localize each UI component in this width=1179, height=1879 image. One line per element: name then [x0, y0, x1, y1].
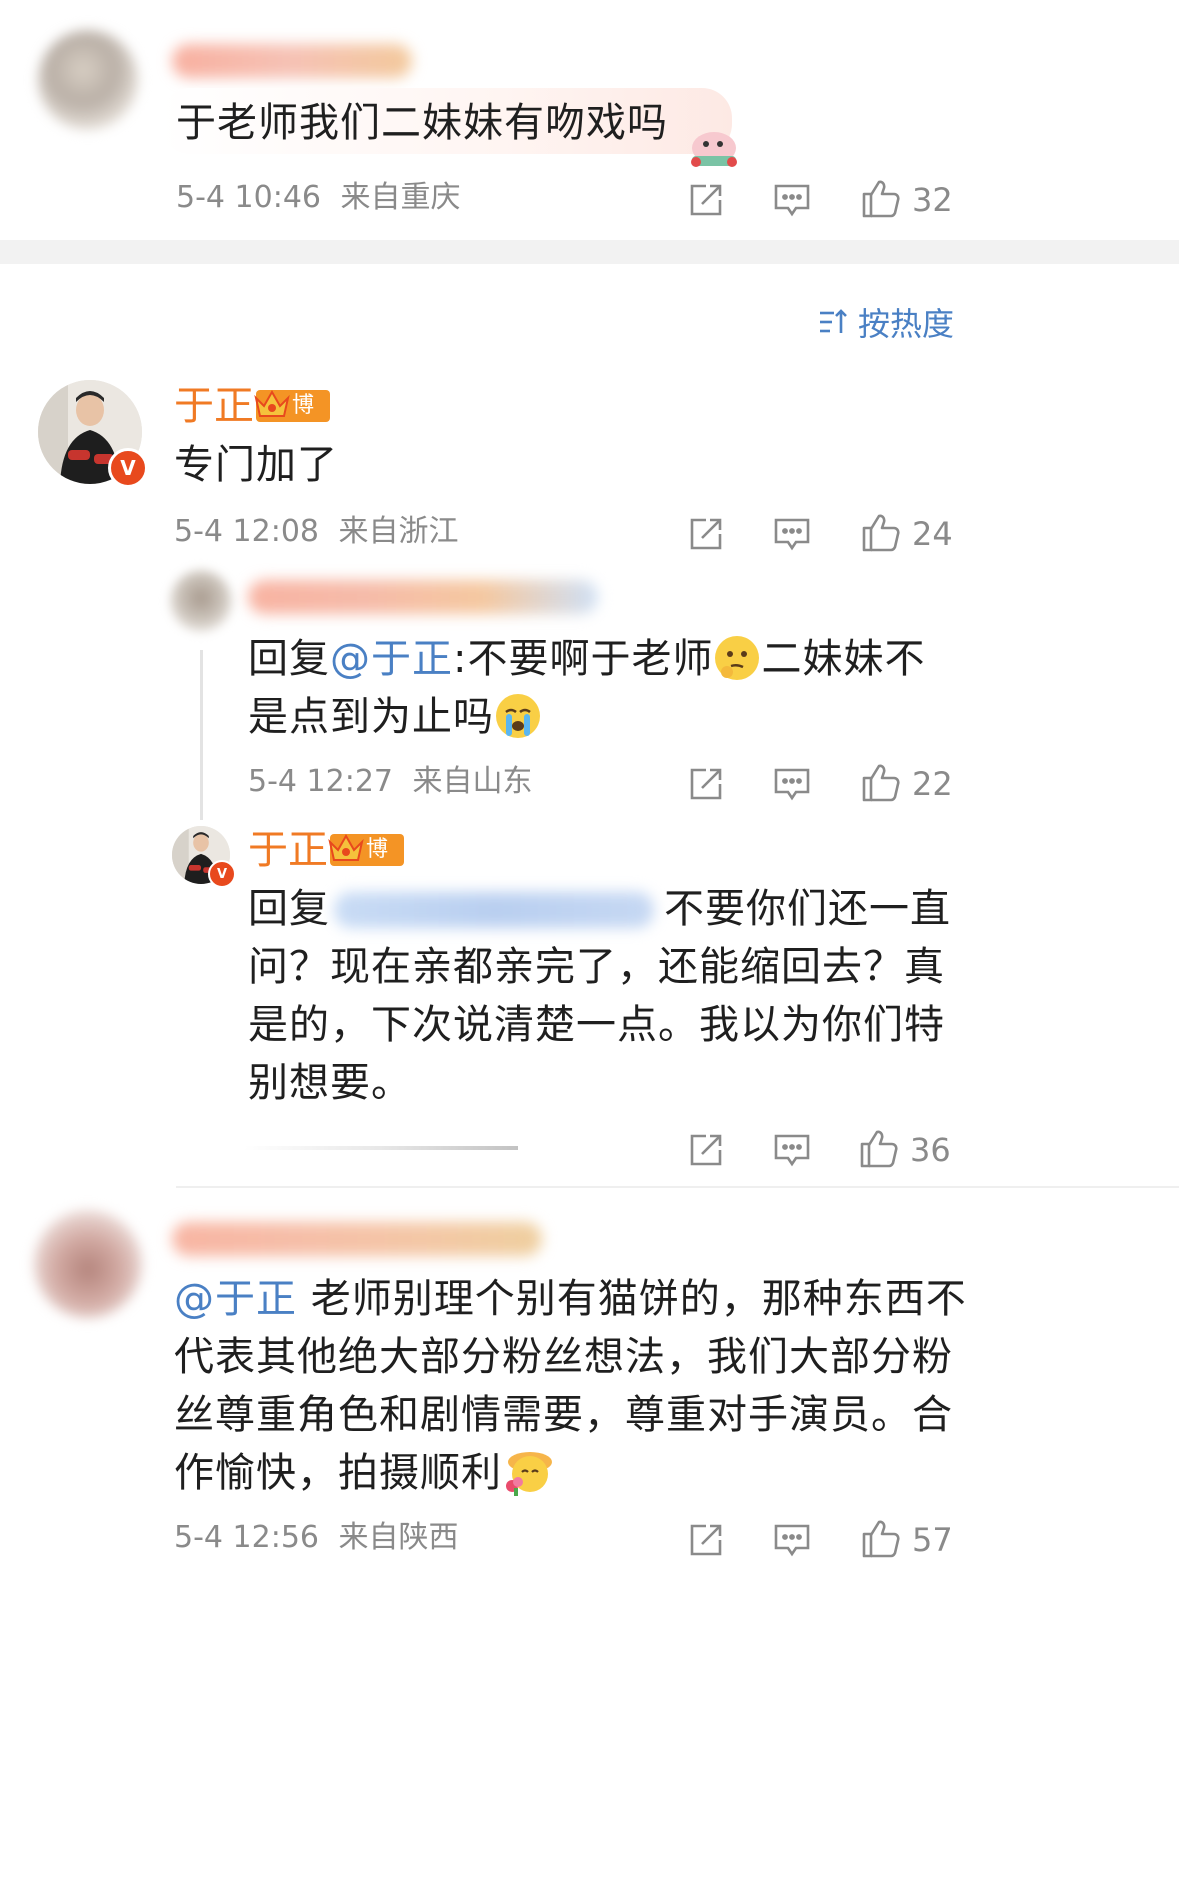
mention-link[interactable]: @于正 [330, 636, 453, 682]
comment-text-line4: 作愉快，拍摄顺利 [174, 1444, 552, 1502]
author-avatar[interactable]: V [38, 380, 148, 488]
comment-location: 来自陕西 [338, 1520, 459, 1555]
thread-connector [200, 650, 203, 820]
hidden-meta [244, 1146, 518, 1150]
share-icon[interactable] [684, 1128, 728, 1172]
comment-text: 专门加了 [174, 442, 338, 488]
crying-emoji-icon [494, 692, 542, 740]
like-icon[interactable] [858, 760, 902, 804]
comment-location: 来自重庆 [340, 180, 461, 215]
flower-emoji-icon [502, 1448, 552, 1496]
comment-meta: 5-4 12:56 来自陕西 [174, 1520, 459, 1556]
comment-time: 5-4 12:08 [174, 514, 319, 549]
comment-text-line1: @于正 老师别理个别有猫饼的，那种东西不 [174, 1276, 967, 1322]
comment-text: 于老师我们二妹妹有吻戏吗 [176, 100, 668, 146]
thinking-emoji-icon [713, 634, 761, 682]
bubble-sticker-icon [686, 122, 742, 170]
sort-label: 按热度 [858, 305, 955, 343]
avatar[interactable] [38, 30, 138, 130]
like-icon[interactable] [858, 510, 902, 554]
verified-icon: V [208, 860, 236, 888]
comment-time: 5-4 10:46 [176, 180, 321, 215]
comment-location: 来自浙江 [338, 514, 459, 549]
share-icon[interactable] [684, 178, 728, 222]
share-icon[interactable] [684, 1518, 728, 1562]
comment-text-line2: 代表其他绝大部分粉丝想法，我们大部分粉 [174, 1334, 953, 1380]
comment-meta: 5-4 10:46 来自重庆 [176, 180, 461, 216]
comment-icon[interactable] [770, 178, 814, 222]
sort-icon [816, 305, 850, 339]
reply-text-line2: 问？现在亲都亲完了，还能缩回去？真 [248, 944, 945, 990]
author-name[interactable]: 于正 [248, 826, 328, 874]
blurred-username[interactable] [172, 44, 412, 78]
divider [176, 1186, 1179, 1188]
like-count: 36 [910, 1131, 951, 1169]
author-avatar[interactable]: V [172, 826, 236, 888]
comment-time: 5-4 12:27 [248, 764, 393, 799]
reply-text-line4: 别想要。 [248, 1060, 412, 1106]
like-icon[interactable] [858, 176, 902, 220]
comment-location: 来自山东 [412, 764, 533, 799]
sort-control[interactable]: 按热度 [816, 302, 955, 343]
crown-icon [252, 384, 292, 424]
bottom-spacer [0, 1580, 1179, 1879]
share-icon[interactable] [684, 512, 728, 556]
reply-text-line2: 是点到为止吗 [248, 688, 542, 746]
author-name[interactable]: 于正 [174, 382, 254, 430]
blurred-username[interactable] [248, 580, 598, 614]
like-count: 22 [912, 765, 953, 803]
mention-link[interactable]: @于正 [174, 1276, 297, 1322]
comment-text-line3: 丝尊重角色和剧情需要，尊重对手演员。合 [174, 1392, 953, 1438]
like-icon[interactable] [858, 1516, 902, 1560]
section-divider [0, 240, 1179, 264]
crown-icon [326, 828, 366, 868]
comment-icon[interactable] [770, 1128, 814, 1172]
comment-time: 5-4 12:56 [174, 1520, 319, 1555]
verified-icon: V [108, 448, 148, 488]
share-icon[interactable] [684, 762, 728, 806]
avatar[interactable] [34, 1210, 142, 1318]
comment-icon[interactable] [770, 762, 814, 806]
reply-text-line1b: 不要你们还一直 [664, 886, 951, 932]
comment-icon[interactable] [770, 1518, 814, 1562]
reply-text-line3: 是的，下次说清楚一点。我以为你们特 [248, 1002, 945, 1048]
blogger-badge: 博主 [328, 833, 404, 894]
blurred-mention[interactable] [334, 892, 654, 928]
comment-meta: 5-4 12:27 来自山东 [248, 764, 533, 800]
avatar[interactable] [170, 570, 232, 632]
like-count: 32 [912, 181, 953, 219]
reply-text-line1: 回复 [248, 886, 330, 932]
reply-text-line1: 回复@于正:不要啊于老师 二妹妹不 [248, 634, 926, 682]
like-count: 24 [912, 515, 953, 553]
blogger-badge: 博主 [254, 389, 330, 450]
comment-meta: 5-4 12:08 来自浙江 [174, 514, 459, 550]
blurred-username[interactable] [172, 1222, 542, 1256]
like-count: 57 [912, 1521, 953, 1559]
comment-icon[interactable] [770, 512, 814, 556]
like-icon[interactable] [856, 1126, 900, 1170]
